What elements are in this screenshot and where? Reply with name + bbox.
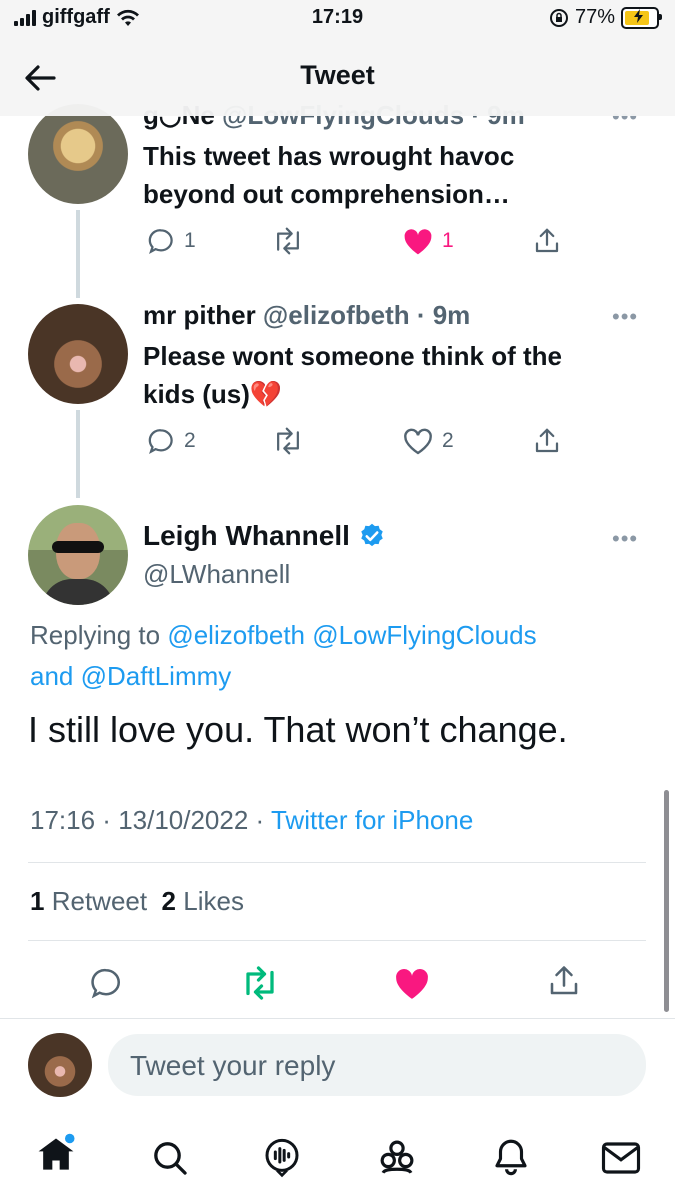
thread-line [76,210,80,298]
avatar[interactable] [28,505,128,605]
likes-stat[interactable]: 2 Likes [162,886,244,916]
heart-filled-icon [404,229,432,255]
battery-percent: 77% [574,6,615,28]
tweet-body: I still love you. That won’t change. [28,709,568,750]
scrollbar[interactable] [664,790,669,1012]
reply-count: 2 [184,429,196,452]
share-icon[interactable] [532,426,562,456]
header: Tweet [0,40,675,116]
mention-link[interactable]: @elizofbeth [167,620,305,650]
share-icon[interactable] [532,226,562,256]
retweet-button[interactable] [272,426,312,456]
avatar[interactable] [28,104,128,204]
more-options-icon[interactable]: ••• [612,304,638,330]
reply-count: 1 [184,229,196,252]
retweet-button[interactable] [272,226,312,256]
home-icon[interactable] [34,1133,78,1177]
messages-icon[interactable] [600,1138,642,1178]
divider [28,862,646,863]
share-icon[interactable] [546,963,582,999]
battery: 77% [549,6,662,29]
reply-input[interactable]: Tweet your reply [108,1034,646,1096]
user-avatar[interactable] [28,1033,92,1097]
reply-placeholder: Tweet your reply [130,1050,336,1081]
like-count: 2 [442,429,454,452]
thread-line [76,410,80,498]
reply-icon[interactable] [88,965,124,1001]
retweets-stat[interactable]: 1 Retweet [30,886,147,916]
page-title: Tweet [300,60,375,90]
retweet-icon [277,427,299,455]
orientation-lock-icon [549,8,568,27]
tweet-source-link[interactable]: Twitter for iPhone [271,805,473,835]
like-button[interactable]: 1 [402,226,454,256]
heart-outline-icon [404,428,432,455]
heart-filled-icon[interactable] [393,965,431,1001]
like-button[interactable]: 2 [402,426,454,456]
avatar[interactable] [28,304,128,404]
reply-button[interactable]: 1 [146,226,196,256]
mention-link[interactable]: @DaftLimmy [81,661,232,691]
status-bar: giffgaff 17:19 77% [0,0,675,40]
author-handle[interactable]: @LWhannell [143,559,290,590]
battery-icon [621,6,662,29]
divider [0,1018,675,1019]
author-name[interactable]: Leigh Whannell [143,520,386,552]
retweet-icon [277,227,299,255]
tweet-text: Please wont someone think of the kids (u… [143,341,562,409]
mention-link[interactable]: @LowFlyingClouds [312,620,536,650]
tweet-timestamp: 17:16 · 13/10/2022 · Twitter for iPhone [30,805,474,835]
tweet-author-name[interactable]: mr pither @elizofbeth · 9m [143,300,470,331]
search-icon[interactable] [150,1138,190,1178]
tweet-stats: 1 Retweet 2 Likes [30,886,244,917]
communities-icon[interactable] [376,1136,418,1178]
verified-badge-icon [361,523,383,547]
spaces-icon[interactable] [262,1136,302,1178]
like-count: 1 [442,229,454,252]
reply-icon [148,229,173,254]
notifications-icon[interactable] [490,1136,532,1178]
replying-to: Replying to @elizofbeth @LowFlyingClouds… [30,620,537,691]
reply-icon [148,429,173,454]
tweet-text: This tweet has wrought havoc beyond out … [143,141,515,209]
tab-bar [0,1120,675,1200]
more-options-icon[interactable]: ••• [612,526,638,552]
divider [28,940,646,941]
reply-button[interactable]: 2 [146,426,196,456]
retweet-icon[interactable] [240,965,280,1001]
